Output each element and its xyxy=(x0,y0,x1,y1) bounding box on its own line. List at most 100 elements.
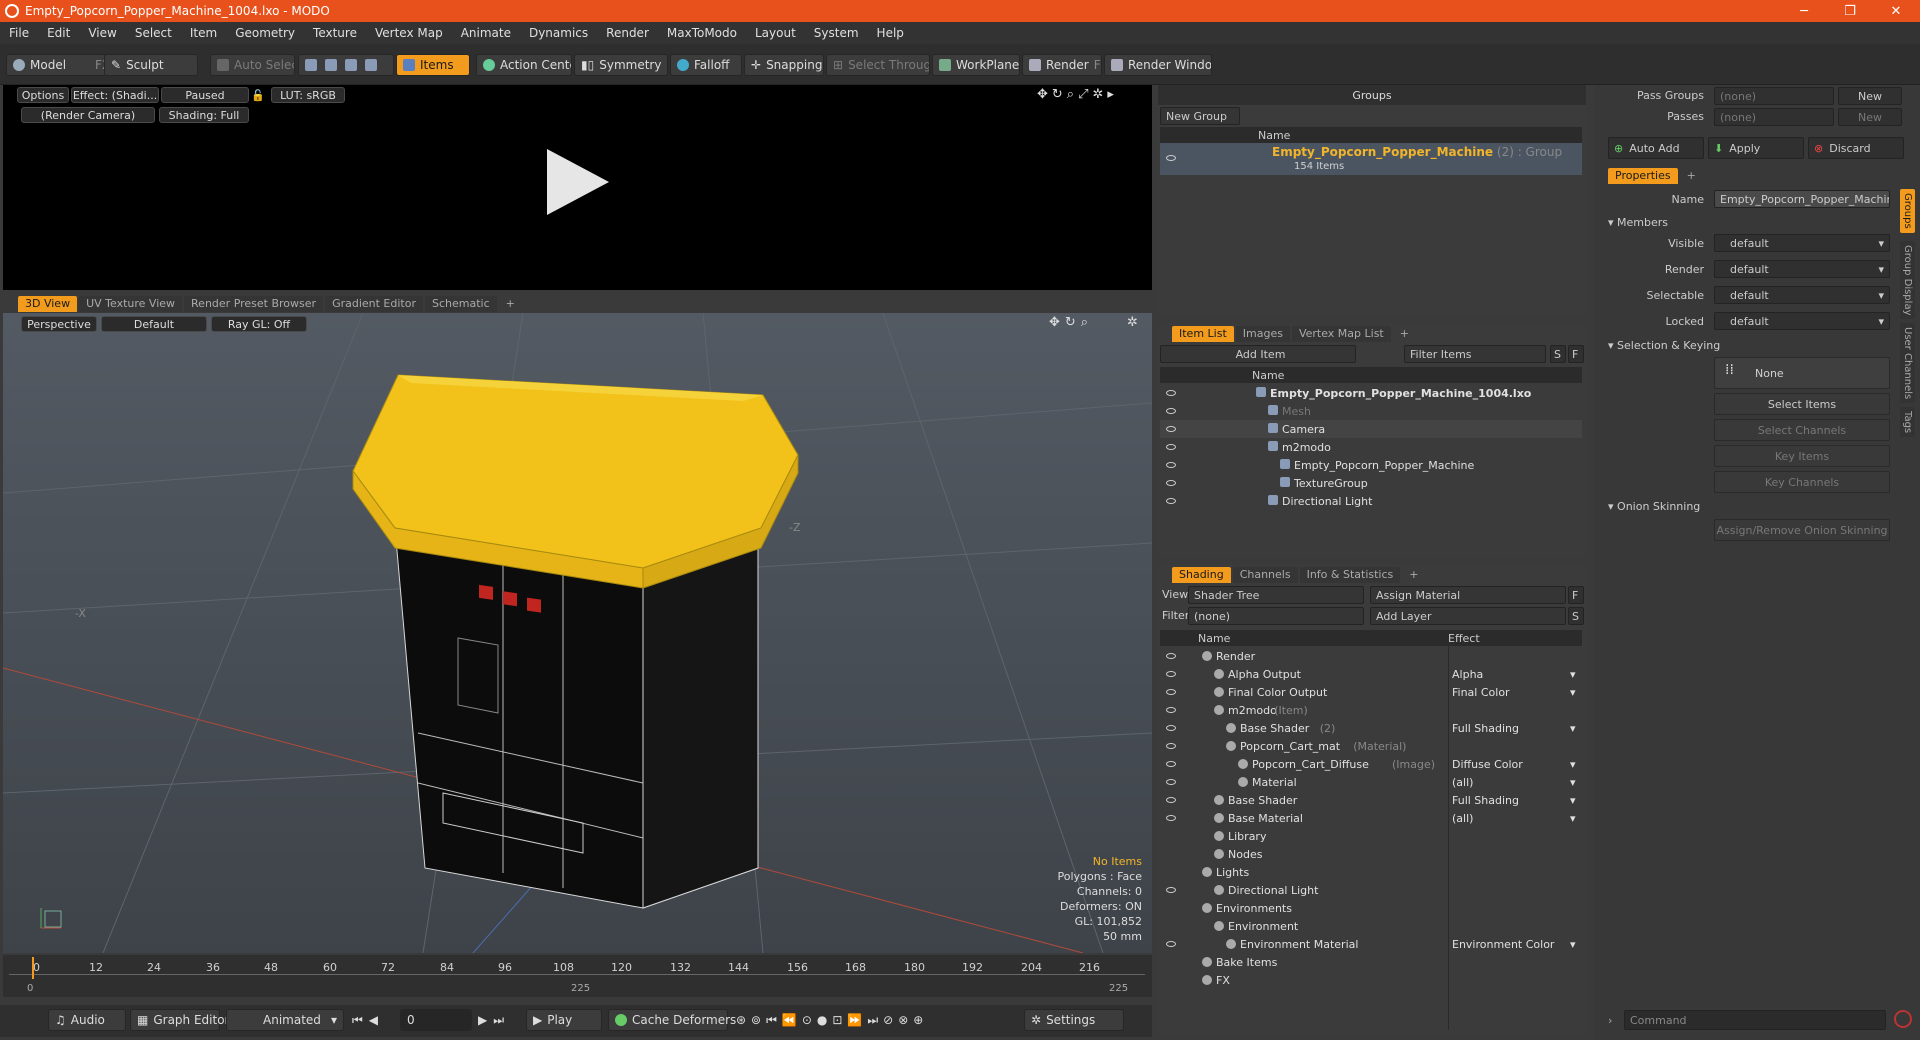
shader-tree-row[interactable]: Environment xyxy=(1160,917,1582,935)
tab-shading[interactable]: Shading xyxy=(1172,567,1231,583)
add-layer-dropdown[interactable]: Add Layer xyxy=(1370,607,1566,625)
menu-vertex-map[interactable]: Vertex Map xyxy=(366,26,452,40)
timeline[interactable]: 0 12 24 36 48 60 72 84 96 108 120 132 14… xyxy=(3,955,1152,997)
auto-select-button[interactable]: Auto Select xyxy=(210,54,295,76)
layer-effect[interactable]: (all) xyxy=(1452,776,1473,789)
visibility-eye-icon[interactable] xyxy=(1166,887,1176,893)
menu-texture[interactable]: Texture xyxy=(304,26,366,40)
onion-skinning-section[interactable]: ▾ Onion Skinning xyxy=(1608,500,1700,513)
skip-forward-icons[interactable]: ▶⏭ xyxy=(478,1013,510,1028)
action-center-button[interactable]: Action Center xyxy=(476,54,572,76)
preview-lut-dropdown[interactable]: LUT: sRGB xyxy=(271,87,345,103)
visibility-eye-icon[interactable] xyxy=(1166,761,1176,767)
preview-camera-dropdown[interactable]: (Render Camera) xyxy=(21,107,155,123)
animated-dropdown[interactable]: Animated ▾ xyxy=(226,1009,344,1031)
menu-file[interactable]: File xyxy=(0,26,38,40)
3d-viewport[interactable]: Perspective Default Ray GL: Off ✥↻⌕ ✲ -Z… xyxy=(3,313,1152,953)
add-item-dropdown[interactable]: Add Item xyxy=(1160,345,1356,363)
vertex-mode-icon[interactable] xyxy=(305,59,317,71)
shader-tree-row[interactable]: Base Material (all) ▾ xyxy=(1160,809,1582,827)
preview-options-button[interactable]: Options xyxy=(17,87,69,103)
preview-effect-dropdown[interactable]: Effect: (Shadi... xyxy=(71,87,159,103)
new-group-button[interactable]: New Group xyxy=(1160,107,1240,125)
item-list-row[interactable]: m2modo xyxy=(1160,438,1582,456)
apply-button[interactable]: ⬇ Apply xyxy=(1708,137,1804,159)
shading-s-button[interactable]: S xyxy=(1568,607,1584,625)
selection-keying-section[interactable]: ▾ Selection & Keying xyxy=(1608,339,1720,352)
assign-material-dropdown[interactable]: Assign Material xyxy=(1370,586,1566,604)
render-dropdown[interactable]: default ▾ xyxy=(1714,260,1890,278)
tab-item-list[interactable]: Item List xyxy=(1172,326,1234,342)
visibility-eye-icon[interactable] xyxy=(1166,725,1176,731)
chevron-down-icon[interactable]: ▾ xyxy=(1570,776,1576,789)
item-list-row[interactable]: Empty_Popcorn_Popper_Machine_1004.lxo xyxy=(1160,384,1582,402)
vtab-user-channels[interactable]: User Channels xyxy=(1900,323,1915,404)
render-window-button[interactable]: Render Window xyxy=(1104,54,1212,76)
layer-effect[interactable]: Environment Color xyxy=(1452,938,1554,951)
visibility-eye-icon[interactable] xyxy=(1166,390,1176,396)
render-preview[interactable]: Options Effect: (Shadi... Paused 🔓 LUT: … xyxy=(3,85,1152,290)
menu-render[interactable]: Render xyxy=(597,26,658,40)
menu-system[interactable]: System xyxy=(805,26,868,40)
shader-tree-row[interactable]: Base Shader (2) Full Shading ▾ xyxy=(1160,719,1582,737)
shader-tree-row[interactable]: Environments xyxy=(1160,899,1582,917)
chevron-down-icon[interactable]: ▾ xyxy=(1570,758,1576,771)
item-list-row[interactable]: Directional Light xyxy=(1160,492,1582,510)
visibility-eye-icon[interactable] xyxy=(1166,498,1176,504)
menu-select[interactable]: Select xyxy=(126,26,181,40)
group-name-field[interactable]: Empty_Popcorn_Popper_Machine ( xyxy=(1714,190,1890,208)
tab-properties[interactable]: Properties xyxy=(1608,168,1678,184)
shader-tree-row[interactable]: Bake Items xyxy=(1160,953,1582,971)
model-button[interactable]: ModelF2 xyxy=(6,54,106,76)
visibility-eye-icon[interactable] xyxy=(1166,689,1176,695)
tab-gradient-editor[interactable]: Gradient Editor xyxy=(325,296,423,312)
filter-items-field[interactable]: Filter Items xyxy=(1404,345,1546,363)
select-channels-button[interactable]: Select Channels xyxy=(1714,419,1890,441)
none-button[interactable]: ⁞⁞ None xyxy=(1714,357,1890,389)
visible-dropdown[interactable]: default ▾ xyxy=(1714,234,1890,252)
workplane-button[interactable]: WorkPlane xyxy=(932,54,1020,76)
chevron-down-icon[interactable]: ▾ xyxy=(1570,812,1576,825)
vtab-tags[interactable]: Tags xyxy=(1900,407,1915,438)
graph-editor-button[interactable]: ▦ Graph Editor xyxy=(130,1009,229,1031)
shading-f-button[interactable]: F xyxy=(1568,586,1584,604)
filter-s-button[interactable]: S xyxy=(1550,345,1566,363)
shader-tree-row[interactable]: FX xyxy=(1160,971,1582,989)
tab-images[interactable]: Images xyxy=(1235,326,1290,342)
preview-paused-button[interactable]: Paused xyxy=(161,87,249,103)
menu-geometry[interactable]: Geometry xyxy=(226,26,304,40)
visibility-eye-icon[interactable] xyxy=(1166,797,1176,803)
select-items-button[interactable]: Select Items xyxy=(1714,393,1890,415)
visibility-eye-icon[interactable] xyxy=(1166,444,1176,450)
menu-view[interactable]: View xyxy=(79,26,125,40)
select-through-button[interactable]: ⊞ Select Through xyxy=(826,54,930,76)
pass-groups-new-button[interactable]: New xyxy=(1838,87,1902,105)
layer-effect[interactable]: Alpha xyxy=(1452,668,1483,681)
material-mode-icon[interactable] xyxy=(365,59,377,71)
visibility-eye-icon[interactable] xyxy=(1166,408,1176,414)
tab-vertex-map-list[interactable]: Vertex Map List xyxy=(1291,326,1391,342)
tab-channels[interactable]: Channels xyxy=(1232,567,1298,583)
items-mode-button[interactable]: Items xyxy=(396,54,470,76)
tab-3d-view[interactable]: 3D View xyxy=(18,296,78,312)
tab-schematic[interactable]: Schematic xyxy=(425,296,497,312)
chevron-down-icon[interactable]: ▾ xyxy=(1570,722,1576,735)
key-channels-button[interactable]: Key Channels xyxy=(1714,471,1890,493)
visibility-eye-icon[interactable] xyxy=(1166,671,1176,677)
shader-tree-row[interactable]: Render xyxy=(1160,647,1582,665)
snapping-button[interactable]: ✛ Snapping xyxy=(744,54,824,76)
skip-back-icons[interactable]: ⏮◀ xyxy=(352,1013,384,1028)
tab-render-preset-browser[interactable]: Render Preset Browser xyxy=(184,296,324,312)
shader-tree-row[interactable]: Alpha Output Alpha ▾ xyxy=(1160,665,1582,683)
command-input[interactable]: Command xyxy=(1624,1010,1886,1030)
shader-tree-row[interactable]: Environment Material Environment Color ▾ xyxy=(1160,935,1582,953)
play-icon[interactable] xyxy=(543,147,613,217)
layer-effect[interactable]: Diffuse Color xyxy=(1452,758,1523,771)
visibility-eye-icon[interactable] xyxy=(1166,743,1176,749)
add-tab-button[interactable]: + xyxy=(499,296,522,312)
menu-help[interactable]: Help xyxy=(868,26,913,40)
minimize-button[interactable]: ─ xyxy=(1782,0,1826,22)
edge-mode-icon[interactable] xyxy=(325,59,337,71)
menu-item[interactable]: Item xyxy=(181,26,226,40)
lock-icon[interactable]: 🔓 xyxy=(249,87,267,103)
